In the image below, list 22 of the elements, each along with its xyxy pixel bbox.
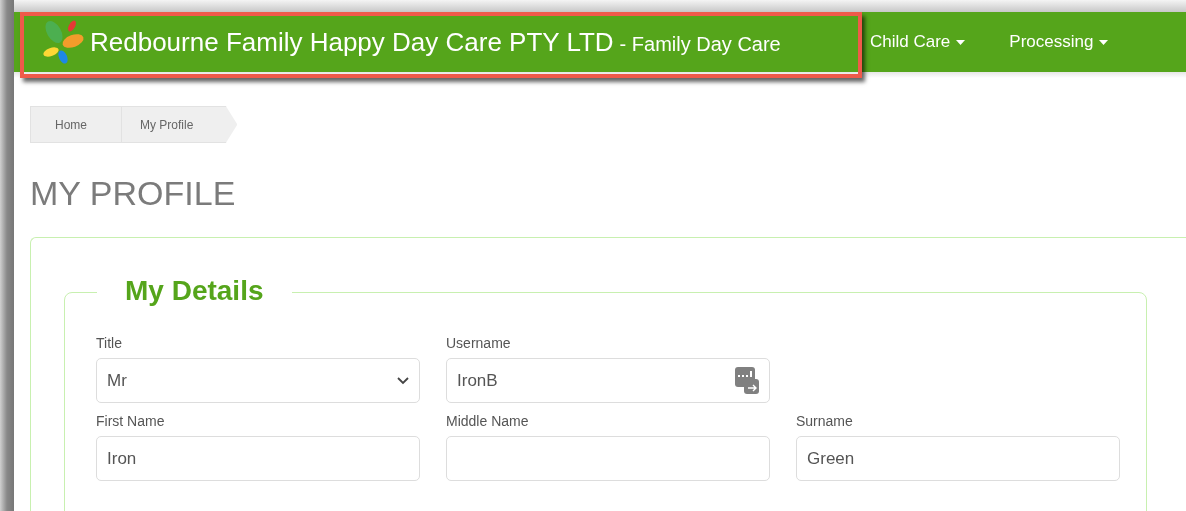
field-label: Middle Name — [446, 412, 529, 431]
field-label: Title — [96, 334, 122, 353]
chevron-down-icon — [397, 376, 409, 385]
title-select[interactable]: Mr — [96, 358, 420, 403]
breadcrumb-item[interactable]: Home — [30, 106, 122, 143]
nav-menu[interactable]: Processing — [1009, 29, 1109, 55]
leaf-logo-icon — [40, 19, 86, 65]
input-field[interactable]: Green — [796, 436, 1120, 481]
input-field[interactable]: Iron — [96, 436, 420, 481]
brand-subtitle: - Family Day Care — [619, 31, 781, 57]
field-label: Surname — [796, 412, 853, 431]
keyboard-icon[interactable] — [735, 366, 759, 395]
input-field[interactable] — [446, 436, 770, 481]
breadcrumb-item[interactable]: My Profile — [122, 106, 238, 143]
brand-name[interactable]: Redbourne Family Happy Day Care PTY LTD — [90, 22, 614, 62]
field-label: First Name — [96, 412, 165, 431]
field-label: Username — [446, 334, 511, 353]
page-title: MY PROFILE — [30, 173, 237, 214]
caret-icon — [1099, 39, 1109, 45]
nav-menu[interactable]: Child Care — [870, 29, 966, 55]
caret-icon — [956, 39, 966, 45]
input-field[interactable]: IronB — [446, 358, 770, 403]
